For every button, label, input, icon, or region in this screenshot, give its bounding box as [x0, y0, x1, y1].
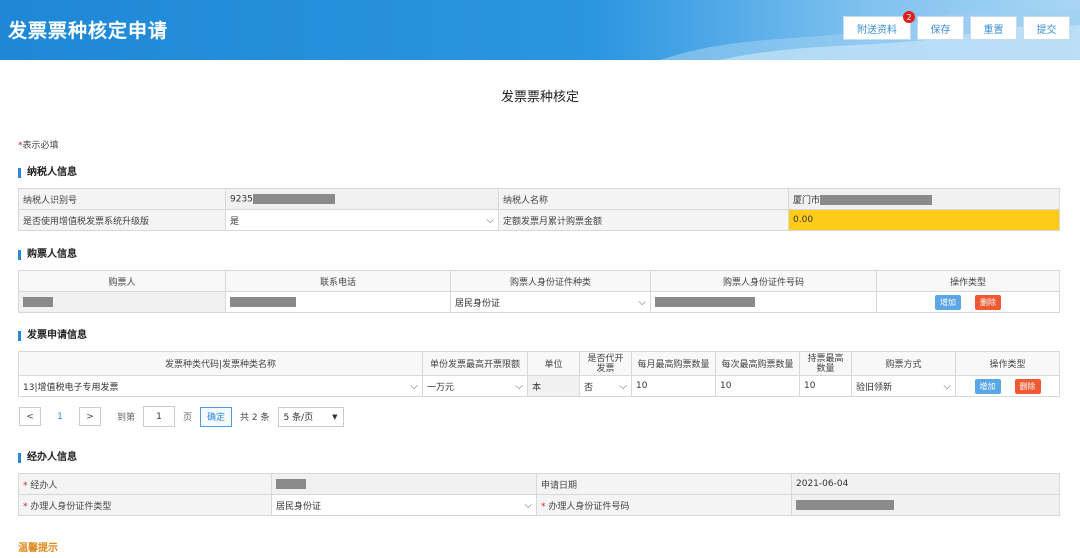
- apply-table: 发票种类代码|发票种类名称 单份发票最高开票限额 单位 是否代开发票 每月最高购…: [18, 351, 1060, 397]
- agent-idtype-label: * 办理人身份证件类型: [18, 494, 272, 516]
- goto-confirm-button[interactable]: 确定: [200, 406, 233, 427]
- goto-page-input[interactable]: 1: [143, 406, 176, 427]
- upgrade-select[interactable]: 是 ⌵: [225, 209, 499, 231]
- reset-button[interactable]: 重置: [970, 16, 1017, 40]
- goto-label: 到第: [117, 413, 136, 423]
- prev-page-button[interactable]: <: [19, 407, 41, 426]
- apply-col-limit: 单份发票最高开票限额: [422, 351, 528, 376]
- invoice-limit-select[interactable]: 一万元 ⌵: [422, 375, 528, 397]
- invoice-delete-button[interactable]: 删除: [1014, 378, 1041, 394]
- buyer-action-cell: 增加 删除: [876, 291, 1060, 313]
- attach-button[interactable]: 附送资料 2: [843, 11, 915, 40]
- invoice-type-select[interactable]: 13|增值税电子专用发票 ⌵: [18, 375, 423, 397]
- required-note-text: 表示必填: [22, 141, 59, 151]
- quota-value: 0.00: [788, 209, 1060, 231]
- taxpayer-name-label: 纳税人名称: [498, 188, 789, 210]
- redacted-block: [796, 499, 894, 510]
- redacted-block: [820, 195, 933, 205]
- buyer-idno-input[interactable]: [650, 291, 877, 313]
- chevron-down-icon: ⌵: [486, 214, 494, 226]
- pagination: < 1 > 到第 1 页 确定 共 2 条 5 条/页 ▼: [19, 406, 344, 427]
- buyer-col-name: 购票人: [18, 270, 226, 292]
- buyer-col-idno: 购票人身份证件号码: [650, 270, 877, 292]
- page-header-title: 发票票种核定申请: [8, 20, 169, 42]
- apply-date-value: 2021-06-04: [791, 473, 1060, 495]
- buyer-phone-input[interactable]: [225, 291, 451, 313]
- agent-table: * 经办人 申请日期 2021-06-04 * 办理人身份证件类型 居民身份证 ⌵…: [18, 473, 1060, 516]
- invoice-unit: 本: [527, 375, 580, 397]
- taxpayer-id-value: 9235: [225, 188, 499, 210]
- buyer-name-input[interactable]: [18, 291, 226, 313]
- upgrade-label: 是否使用增值税发票系统升级版: [18, 209, 226, 231]
- taxpayer-id-label: 纳税人识别号: [18, 188, 226, 210]
- submit-button[interactable]: 提交: [1023, 16, 1070, 40]
- apply-col-each: 每次最高购票数量: [715, 351, 800, 376]
- apply-col-hold: 持票最高数量: [799, 351, 852, 376]
- section-agent: 经办人信息: [18, 453, 77, 463]
- buyer-col-phone: 联系电话: [225, 270, 451, 292]
- invoice-method-select[interactable]: 验旧领新 ⌵: [851, 375, 956, 397]
- next-page-button[interactable]: >: [79, 407, 101, 426]
- taxpayer-name-value: 厦门市: [788, 188, 1060, 210]
- redacted-block: [23, 296, 53, 307]
- agent-name-value: [271, 473, 537, 495]
- chevron-down-icon: ⌵: [515, 380, 523, 392]
- invoice-each-input[interactable]: 10: [715, 375, 800, 397]
- table-row: 13|增值税电子专用发票 ⌵ 一万元 ⌵ 本 否 ⌵ 10 10 10 验旧领新 ⌵ 增…: [18, 375, 1060, 397]
- attach-badge: 2: [903, 11, 915, 23]
- apply-col-agent: 是否代开发票: [579, 351, 632, 376]
- buyer-delete-button[interactable]: 删除: [975, 294, 1001, 310]
- chevron-down-icon: ⌵: [943, 380, 951, 392]
- invoice-action-cell: 增加 删除: [955, 375, 1060, 397]
- redacted-block: [230, 296, 296, 307]
- buyer-col-action: 操作类型: [876, 270, 1060, 292]
- redacted-block: [252, 193, 335, 204]
- section-taxpayer: 纳税人信息: [18, 168, 77, 178]
- invoice-agent-select[interactable]: 否 ⌵: [579, 375, 632, 397]
- apply-date-label: 申请日期: [536, 473, 792, 495]
- redacted-block: [276, 478, 306, 489]
- chevron-down-icon: ⌵: [410, 380, 418, 392]
- buyer-col-idtype: 购票人身份证件种类: [450, 270, 651, 292]
- taxpayer-table: 纳税人识别号 9235 纳税人名称 厦门市 是否使用增值税发票系统升级版 是 ⌵ …: [18, 188, 1060, 231]
- chevron-down-icon: ⌵: [638, 296, 646, 308]
- buyer-idtype-select[interactable]: 居民身份证 ⌵: [450, 291, 651, 313]
- form-title: 发票票种核定: [500, 90, 579, 105]
- page-size-select[interactable]: 5 条/页 ▼: [277, 406, 344, 427]
- apply-col-action: 操作类型: [955, 351, 1060, 376]
- caret-down-icon: ▼: [332, 412, 338, 421]
- invoice-monthly-input[interactable]: 10: [631, 375, 716, 397]
- invoice-add-button[interactable]: 增加: [974, 378, 1001, 394]
- chevron-down-icon: ⌵: [619, 380, 627, 392]
- save-button[interactable]: 保存: [917, 16, 964, 40]
- redacted-block: [655, 296, 755, 307]
- apply-col-monthly: 每月最高购票数量: [631, 351, 716, 376]
- apply-col-unit: 单位: [527, 351, 580, 376]
- agent-idtype-select[interactable]: 居民身份证 ⌵: [271, 494, 537, 516]
- buyer-add-button[interactable]: 增加: [935, 294, 961, 310]
- invoice-hold-input[interactable]: 10: [799, 375, 852, 397]
- warm-tip-heading: 温馨提示: [18, 543, 58, 554]
- apply-col-type: 发票种类代码|发票种类名称: [18, 351, 423, 376]
- table-row: 居民身份证 ⌵ 增加 删除: [18, 291, 1060, 313]
- section-buyer: 购票人信息: [18, 250, 77, 260]
- agent-idno-value: [791, 494, 1060, 516]
- chevron-down-icon: ⌵: [524, 499, 532, 511]
- page-header: 发票票种核定申请 附送资料 2 保存 重置 提交: [0, 0, 1080, 60]
- page-label: 页: [183, 413, 193, 423]
- agent-idno-label: * 办理人身份证件号码: [536, 494, 792, 516]
- required-note: *表示必填: [18, 138, 59, 151]
- current-page[interactable]: 1: [49, 412, 71, 422]
- quota-label: 定额发票月累计购票金额: [498, 209, 789, 231]
- header-toolbar: 附送资料 2 保存 重置 提交: [843, 11, 1070, 40]
- attach-button-label: 附送资料: [857, 24, 897, 36]
- total-count: 共 2 条: [240, 413, 270, 423]
- section-apply: 发票申请信息: [18, 331, 87, 341]
- buyer-table: 购票人 联系电话 购票人身份证件种类 购票人身份证件号码 操作类型 居民身份证 ⌵…: [18, 270, 1060, 313]
- apply-col-method: 购票方式: [851, 351, 956, 376]
- agent-name-label: * 经办人: [18, 473, 272, 495]
